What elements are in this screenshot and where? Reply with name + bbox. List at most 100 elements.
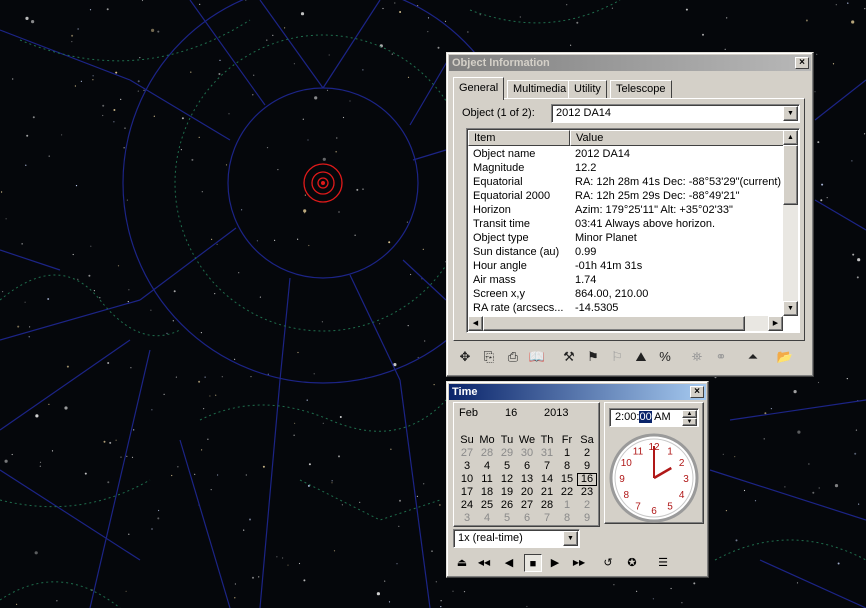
horizontal-scrollbar[interactable]: ◀ ▶ (468, 316, 783, 331)
scroll-down-icon[interactable]: ▼ (783, 301, 798, 316)
object-information-titlebar[interactable]: Object Information × (449, 55, 811, 71)
tab-general[interactable]: General (453, 77, 505, 100)
calendar-day[interactable]: 6 (517, 460, 537, 473)
table-row[interactable]: Object type Minor Planet (468, 231, 783, 245)
calendar-day[interactable]: 30 (517, 447, 537, 460)
calendar-day[interactable]: 4 (477, 460, 497, 473)
calendar-day[interactable]: 9 (577, 512, 597, 525)
collapse-up-icon[interactable]: ⏶ (743, 347, 763, 367)
calendar-day[interactable]: 8 (557, 512, 577, 525)
chevron-down-icon[interactable]: ▼ (783, 106, 798, 121)
center-object-icon[interactable]: ✥ (455, 347, 475, 367)
calendar-day[interactable]: 12 (497, 473, 517, 486)
calendar-day[interactable]: 22 (557, 486, 577, 499)
calendar-day[interactable]: 18 (477, 486, 497, 499)
open-folder-icon[interactable]: 📂 (775, 347, 795, 367)
track-object-icon[interactable]: ⛰ (631, 347, 651, 367)
calendar-day[interactable]: 7 (537, 460, 557, 473)
calendar-day[interactable]: 23 (577, 486, 597, 499)
table-row[interactable]: Horizon Azim: 179°25'11" Alt: +35°02'33" (468, 203, 783, 217)
column-header-item[interactable]: Item (468, 130, 570, 146)
calendar-day[interactable]: 5 (497, 460, 517, 473)
spin-down-icon[interactable]: ▼ (682, 418, 697, 426)
calendar-day[interactable]: 28 (477, 447, 497, 460)
table-row[interactable]: Air mass 1.74 (468, 273, 783, 287)
calendar-day[interactable]: 8 (557, 460, 577, 473)
calendar-day[interactable]: 2 (577, 447, 597, 460)
rate-icon[interactable]: % (655, 347, 675, 367)
calendar-month[interactable]: Feb (459, 407, 478, 419)
telescope-sync-icon[interactable]: ⚑ (583, 347, 603, 367)
calendar-day[interactable]: 7 (537, 512, 557, 525)
close-button[interactable]: × (690, 386, 704, 398)
calendar-day[interactable]: 11 (477, 473, 497, 486)
set-now-icon[interactable]: ↺ (599, 554, 617, 572)
chevron-down-icon[interactable]: ▼ (563, 531, 578, 546)
column-header-value[interactable]: Value (570, 130, 785, 146)
table-row[interactable]: Screen x,y 864.00, 210.00 (468, 287, 783, 301)
calendar-day[interactable]: 15 (557, 473, 577, 486)
table-row[interactable]: Equatorial 2000 RA: 12h 25m 29s Dec: -88°… (468, 189, 783, 203)
scroll-up-icon[interactable]: ▲ (783, 130, 798, 145)
vertical-scrollbar[interactable]: ▲ ▼ (783, 130, 798, 316)
calendar-day[interactable]: 27 (457, 447, 477, 460)
calendar-day[interactable]: 31 (537, 447, 557, 460)
calendar-day[interactable]: 29 (497, 447, 517, 460)
reverse-button[interactable]: ◀ (500, 554, 518, 572)
calendar-day[interactable]: 13 (517, 473, 537, 486)
step-mode-icon[interactable]: ⏏ (453, 554, 471, 572)
calendar-day-selected[interactable]: 16 (577, 473, 597, 486)
calendar-day[interactable]: 3 (457, 460, 477, 473)
calendar-day[interactable]: 25 (477, 499, 497, 512)
forward-button[interactable]: ▶ (546, 554, 564, 572)
calendar-day[interactable]: 16 (505, 407, 517, 419)
tab-telescope[interactable]: Telescope (610, 80, 672, 99)
time-details-icon[interactable]: ☰ (654, 554, 672, 572)
scroll-left-icon[interactable]: ◀ (468, 316, 483, 331)
telescope-slew-icon[interactable]: ⚒ (559, 347, 579, 367)
book-icon[interactable]: 📖 (527, 347, 547, 367)
sidereal-icon[interactable]: ✪ (623, 554, 641, 572)
tab-multimedia[interactable]: Multimedia (507, 80, 573, 99)
calendar-day[interactable]: 4 (477, 512, 497, 525)
calendar-day[interactable]: 1 (557, 499, 577, 512)
calendar-day[interactable]: 28 (537, 499, 557, 512)
time-input[interactable]: 2:00:00 AM ▲ ▼ (609, 408, 699, 427)
table-row[interactable]: RA rate (arcsecs... -14.5305 (468, 301, 783, 315)
calendar-day[interactable]: 1 (557, 447, 577, 460)
time-titlebar[interactable]: Time × (449, 384, 706, 400)
calendar-day[interactable]: 20 (517, 486, 537, 499)
calendar-day[interactable]: 27 (517, 499, 537, 512)
scroll-right-icon[interactable]: ▶ (768, 316, 783, 331)
copy-icon[interactable]: ⎘ (479, 347, 499, 367)
scroll-thumb[interactable] (783, 145, 798, 205)
time-rate-select[interactable]: 1x (real-time) ▼ (453, 529, 580, 548)
tab-utility[interactable]: Utility (568, 80, 607, 99)
calendar-day[interactable]: 6 (517, 512, 537, 525)
close-button[interactable]: × (795, 57, 809, 69)
table-row[interactable]: Magnitude 12.2 (468, 161, 783, 175)
calendar-day[interactable]: 17 (457, 486, 477, 499)
calendar-day[interactable]: 3 (457, 512, 477, 525)
calendar-day[interactable]: 24 (457, 499, 477, 512)
object-select[interactable]: 2012 DA14 ▼ (551, 104, 800, 123)
calendar-day[interactable]: 26 (497, 499, 517, 512)
table-row[interactable]: Object name 2012 DA14 (468, 147, 783, 161)
globe-icon[interactable]: ⛯ (687, 347, 707, 367)
calendar-day[interactable]: 2 (577, 499, 597, 512)
table-row[interactable]: Sun distance (au) 0.99 (468, 245, 783, 259)
stop-button[interactable]: ■ (524, 554, 542, 572)
telescope-park-icon[interactable]: ⚐ (607, 347, 627, 367)
table-row[interactable]: Equatorial RA: 12h 28m 41s Dec: -88°53'29… (468, 175, 783, 189)
spin-up-icon[interactable]: ▲ (682, 410, 697, 418)
calendar-day[interactable]: 10 (457, 473, 477, 486)
calendar-day[interactable]: 19 (497, 486, 517, 499)
calendar-day[interactable]: 14 (537, 473, 557, 486)
scroll-thumb-horizontal[interactable] (483, 316, 745, 331)
calendar-day[interactable]: 9 (577, 460, 597, 473)
table-row[interactable]: Transit time 03:41 Always above horizon. (468, 217, 783, 231)
table-row[interactable]: Hour angle -01h 41m 31s (468, 259, 783, 273)
object-details-list[interactable]: Item Value Object name 2012 DA14 Magnitude… (466, 128, 800, 333)
link-icon[interactable]: ⚭ (711, 347, 731, 367)
fast-forward-button[interactable]: ▶▶ (570, 554, 588, 572)
